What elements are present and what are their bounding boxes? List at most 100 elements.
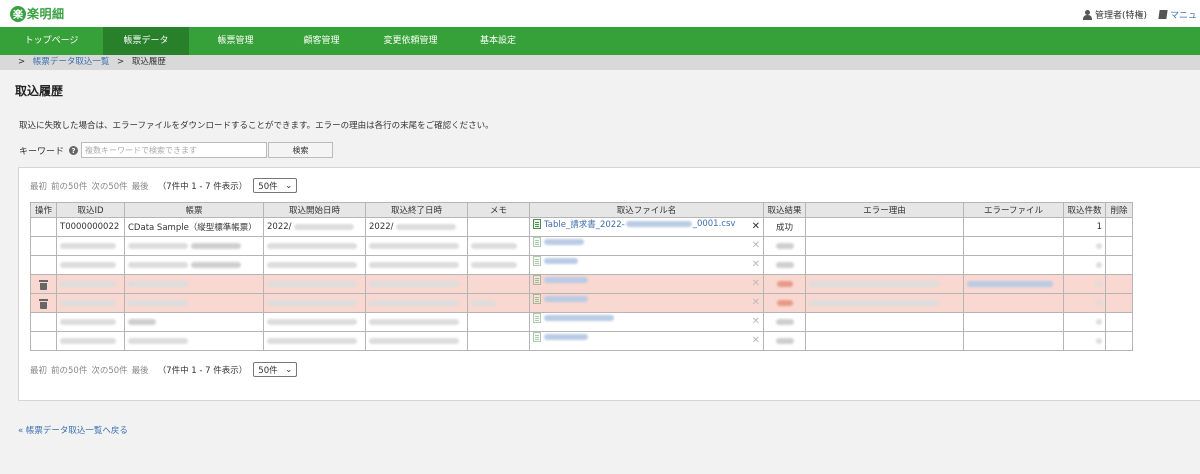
column-header-6: 取込ファイル名 bbox=[529, 202, 764, 218]
column-header-9: エラーファイル bbox=[963, 202, 1064, 218]
csv-file-icon bbox=[533, 313, 541, 323]
nav-item-0[interactable]: トップページ bbox=[0, 27, 103, 55]
ops-cell bbox=[30, 217, 57, 237]
memo-cell bbox=[467, 217, 530, 237]
csv-file-icon bbox=[533, 294, 541, 304]
page-size-select[interactable]: 50件 ⌄ bbox=[253, 178, 298, 193]
page-size-value: 50件 bbox=[258, 365, 278, 376]
table-row: ✕ bbox=[30, 312, 1133, 332]
pager-count: （7件中 1 - 7 件表示） bbox=[157, 365, 248, 376]
table-row-error: ✕ bbox=[30, 293, 1133, 313]
column-header-3: 取込開始日時 bbox=[263, 202, 366, 218]
trash-icon[interactable] bbox=[39, 279, 48, 290]
breadcrumb-separator: > bbox=[18, 57, 26, 67]
nav-item-2[interactable]: 帳票管理 bbox=[189, 27, 282, 55]
pager-first: 最初 bbox=[30, 181, 48, 192]
table-row: ✕ bbox=[30, 236, 1133, 256]
result-cell: 成功 bbox=[763, 217, 806, 237]
search-button[interactable]: 検索 bbox=[268, 142, 333, 158]
error-file-cell bbox=[963, 217, 1064, 237]
close-icon[interactable]: ✕ bbox=[752, 333, 760, 350]
keyword-label-text: キーワード bbox=[19, 147, 65, 157]
import-count-cell: 1 bbox=[1063, 217, 1106, 237]
start-time-text: 2022/ bbox=[267, 222, 292, 232]
top-header: 楽 楽明細 管理者(特権) マニュ bbox=[0, 0, 1200, 27]
column-header-11: 削除 bbox=[1105, 202, 1133, 218]
close-icon[interactable]: ✕ bbox=[752, 314, 760, 331]
column-header-4: 取込終了日時 bbox=[365, 202, 468, 218]
chevron-down-icon: ⌄ bbox=[285, 180, 293, 191]
close-icon[interactable]: ✕ bbox=[752, 238, 760, 255]
pager-first: 最初 bbox=[30, 365, 48, 376]
column-header-7: 取込結果 bbox=[763, 202, 806, 218]
table-row: ✕ bbox=[30, 331, 1133, 351]
column-header-10: 取込件数 bbox=[1063, 202, 1106, 218]
column-header-1: 取込ID bbox=[56, 202, 125, 218]
column-header-0: 操作 bbox=[30, 202, 57, 218]
file-name-cell: Table_請求書_2022- _0001.csv ✕ bbox=[529, 217, 764, 237]
close-icon[interactable]: ✕ bbox=[752, 219, 760, 236]
pager-count: （7件中 1 - 7 件表示） bbox=[157, 181, 248, 192]
table-row-error: ✕ bbox=[30, 274, 1133, 294]
nav-item-5[interactable]: 基本設定 bbox=[460, 27, 536, 55]
column-header-5: メモ bbox=[467, 202, 530, 218]
nav-item-3[interactable]: 顧客管理 bbox=[282, 27, 361, 55]
column-header-2: 帳票 bbox=[124, 202, 264, 218]
pager-next: 次の50件 bbox=[91, 181, 128, 192]
main-nav: トップページ 帳票データ 帳票管理 顧客管理 変更依頼管理 基本設定 bbox=[0, 27, 1200, 55]
help-icon[interactable]: ? bbox=[69, 146, 79, 155]
nav-item-1[interactable]: 帳票データ bbox=[103, 27, 189, 55]
table-row: T0000000022 CData Sample（縦型標準帳票） 2022/ 2… bbox=[30, 217, 1133, 237]
logo-mark: 楽 bbox=[10, 5, 26, 22]
close-icon[interactable]: ✕ bbox=[752, 276, 760, 293]
user-area: 管理者(特権) マニュ bbox=[1083, 8, 1197, 21]
pager-top: 最初 前の50件 次の50件 最後 （7件中 1 - 7 件表示） 50件 ⌄ bbox=[30, 178, 298, 193]
close-icon[interactable]: ✕ bbox=[752, 295, 760, 312]
keyword-label: キーワード ? bbox=[19, 144, 79, 157]
user-icon bbox=[1083, 9, 1092, 20]
app-logo[interactable]: 楽 楽明細 bbox=[10, 5, 65, 22]
breadcrumb-link-import-list[interactable]: 帳票データ取込一覧 bbox=[33, 57, 110, 67]
file-link-prefix[interactable]: Table_請求書_2022- bbox=[544, 220, 625, 230]
user-name[interactable]: 管理者(特権) bbox=[1095, 8, 1147, 21]
file-link-suffix[interactable]: _0001.csv bbox=[693, 219, 736, 229]
breadcrumb-current: 取込履歴 bbox=[131, 57, 166, 67]
error-reason-cell bbox=[805, 217, 964, 237]
pager-last: 最後 bbox=[131, 365, 149, 376]
close-icon[interactable]: ✕ bbox=[752, 257, 760, 274]
notice-text: 取込に失敗した場合は、エラーファイルをダウンロードすることができます。エラーの理… bbox=[19, 121, 494, 131]
book-icon bbox=[1158, 10, 1168, 19]
csv-file-icon bbox=[533, 275, 541, 285]
pager-last: 最後 bbox=[131, 181, 149, 192]
trash-icon[interactable] bbox=[39, 298, 48, 309]
import-id-cell: T0000000022 bbox=[56, 217, 125, 237]
start-time-cell: 2022/ bbox=[263, 217, 366, 237]
pager-bottom: 最初 前の50件 次の50件 最後 （7件中 1 - 7 件表示） 50件 ⌄ bbox=[30, 362, 298, 377]
csv-file-icon bbox=[533, 219, 541, 229]
manual-link[interactable]: マニュ bbox=[1170, 8, 1197, 21]
table-row: ✕ bbox=[30, 255, 1133, 275]
back-to-import-list-link[interactable]: « 帳票データ取込一覧へ戻る bbox=[18, 424, 128, 436]
nav-item-4[interactable]: 変更依頼管理 bbox=[361, 27, 460, 55]
page-size-select[interactable]: 50件 ⌄ bbox=[253, 362, 298, 377]
page-size-value: 50件 bbox=[258, 181, 278, 192]
breadcrumb: > 帳票データ取込一覧 > 取込履歴 bbox=[0, 55, 1200, 70]
end-time-text: 2022/ bbox=[369, 222, 394, 232]
delete-cell bbox=[1105, 217, 1133, 237]
logo-text: 楽明細 bbox=[27, 7, 65, 21]
page-title: 取込履歴 bbox=[15, 84, 64, 98]
table-header-row: 操作 取込ID 帳票 取込開始日時 取込終了日時 メモ 取込ファイル名 取込結果 エラー理由 エラ… bbox=[30, 202, 1133, 218]
pager-next: 次の50件 bbox=[91, 365, 128, 376]
end-time-cell: 2022/ bbox=[365, 217, 468, 237]
csv-file-icon bbox=[533, 332, 541, 342]
csv-file-icon bbox=[533, 256, 541, 266]
import-history-table: 操作 取込ID 帳票 取込開始日時 取込終了日時 メモ 取込ファイル名 取込結果 エラー理由 エラ… bbox=[30, 202, 1133, 351]
chevron-down-icon: ⌄ bbox=[285, 364, 293, 375]
breadcrumb-separator: > bbox=[117, 57, 125, 67]
results-panel: 最初 前の50件 次の50件 最後 （7件中 1 - 7 件表示） 50件 ⌄ … bbox=[18, 167, 1200, 401]
pager-prev: 前の50件 bbox=[51, 365, 88, 376]
keyword-input[interactable] bbox=[81, 142, 267, 158]
pager-prev: 前の50件 bbox=[51, 181, 88, 192]
column-header-8: エラー理由 bbox=[805, 202, 964, 218]
csv-file-icon bbox=[533, 237, 541, 247]
